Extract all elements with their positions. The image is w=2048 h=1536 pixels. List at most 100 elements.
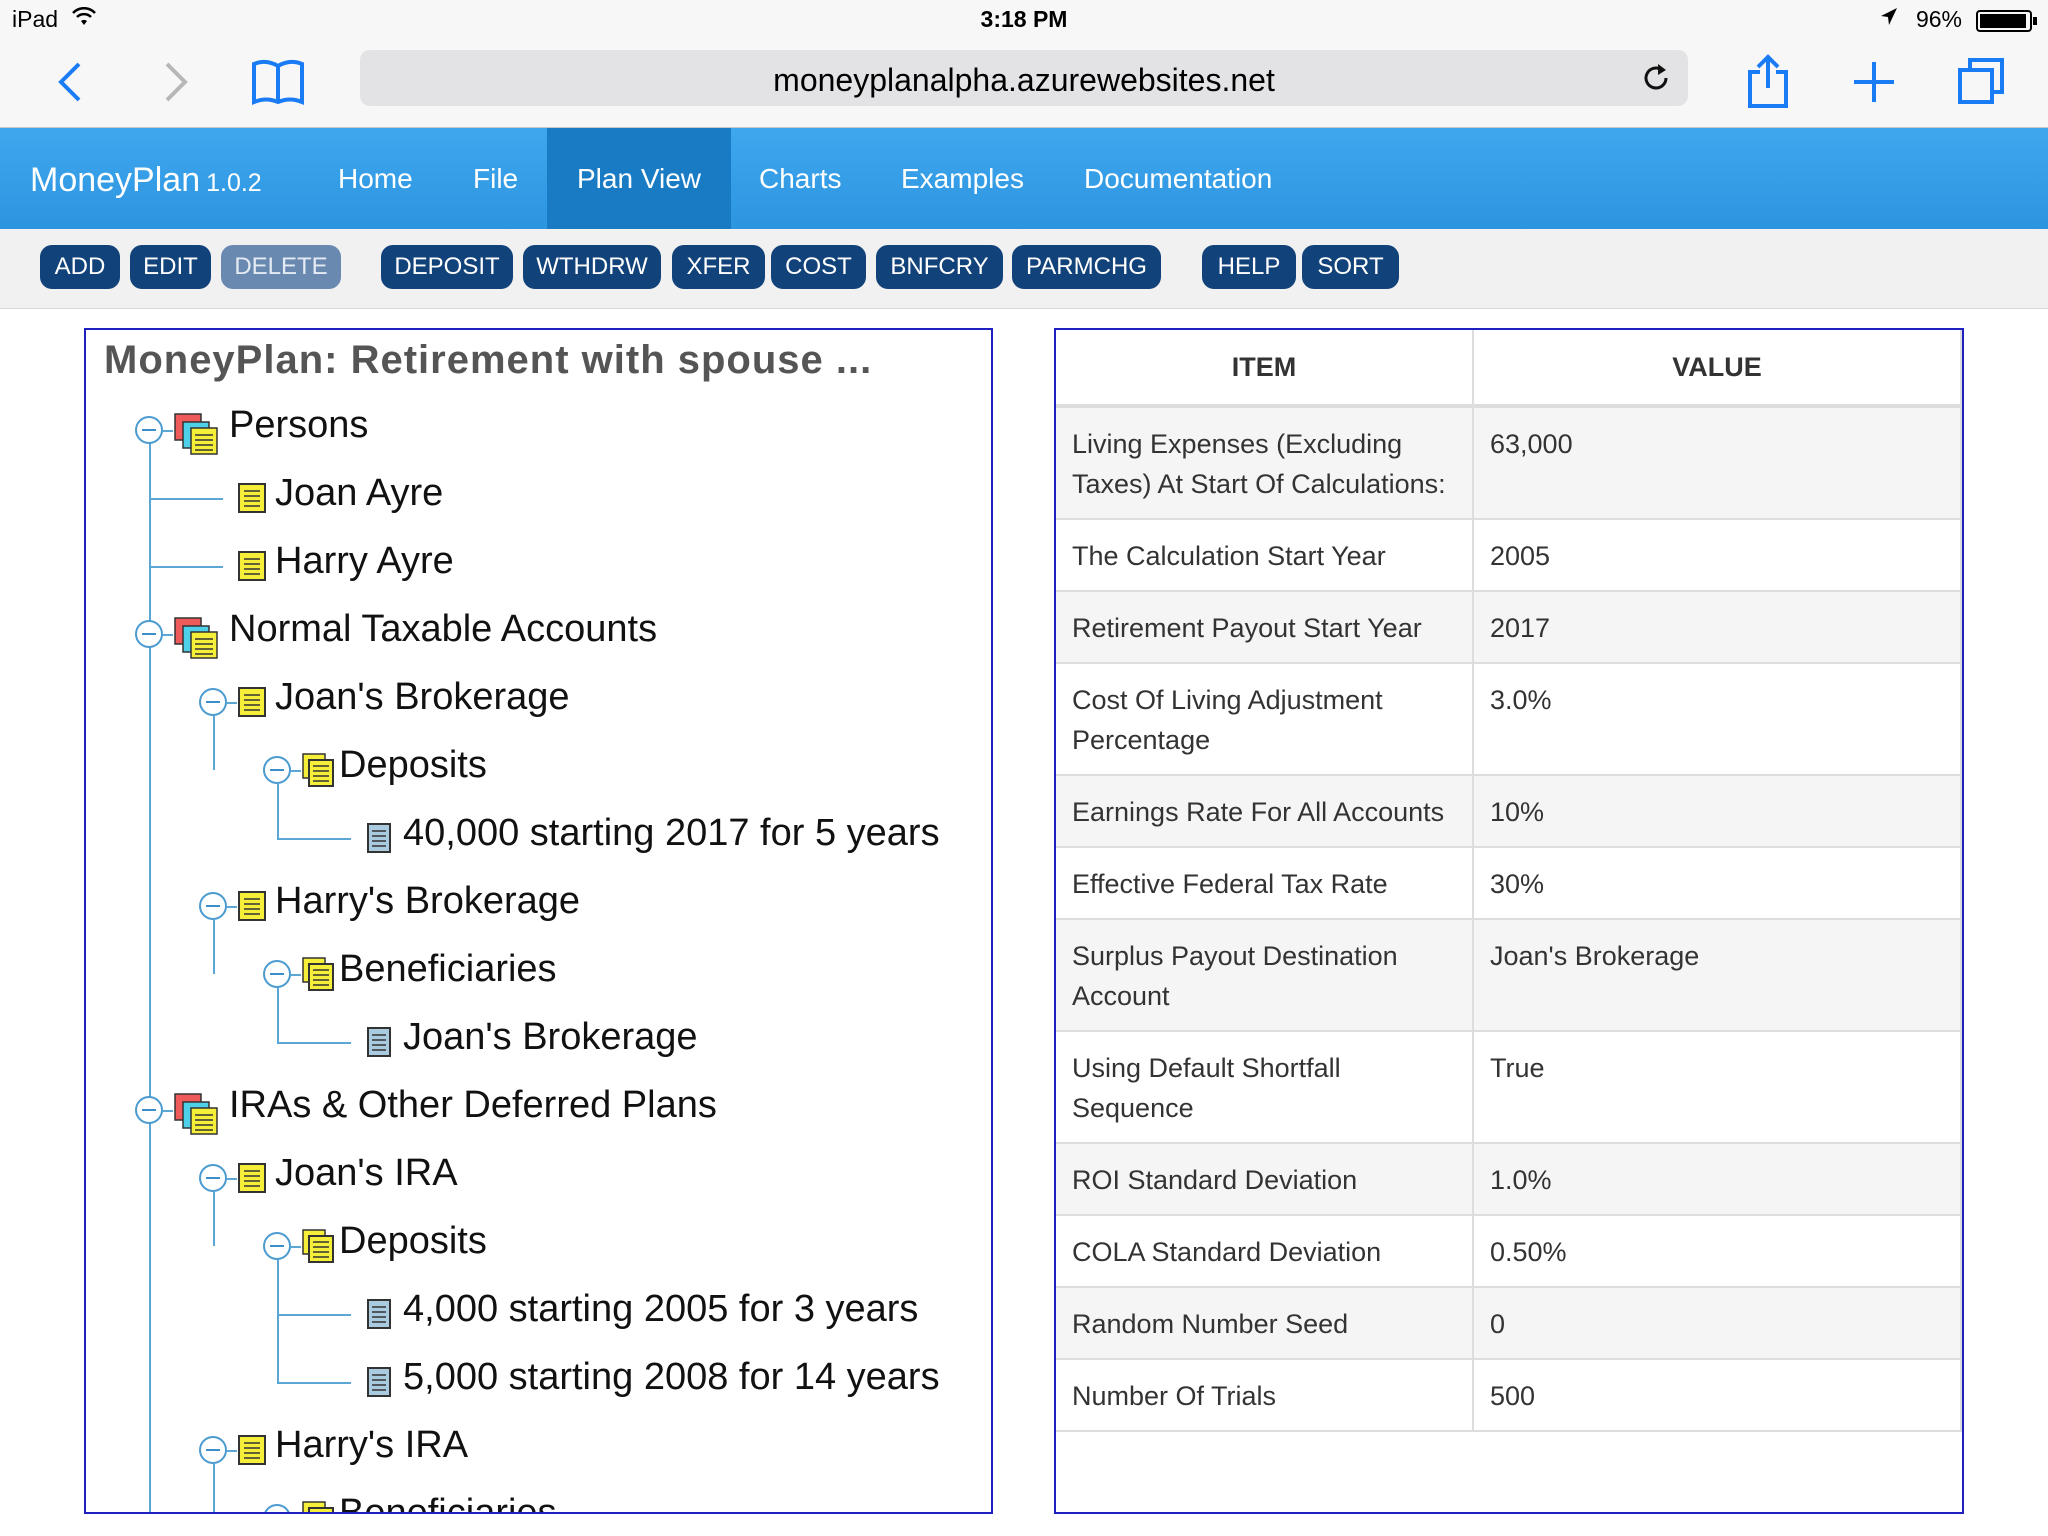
beneficiary-button[interactable]: BNFCRY	[876, 245, 1003, 289]
row-item-label: Retirement Payout Start Year	[1056, 591, 1474, 664]
tree-node-label[interactable]: Deposits	[339, 744, 487, 787]
table-row[interactable]: COLA Standard Deviation 0.50%	[1056, 1215, 1962, 1288]
table-header-value: VALUE	[1473, 330, 1962, 408]
tree-node-label[interactable]: Beneficiaries	[339, 948, 557, 991]
parameter-change-button[interactable]: PARMCHG	[1012, 245, 1161, 289]
collapse-toggle-icon[interactable]	[135, 620, 163, 648]
collapse-toggle-icon[interactable]	[135, 1096, 163, 1124]
delete-button[interactable]: DELETE	[221, 245, 341, 289]
sort-button[interactable]: SORT	[1302, 245, 1399, 289]
tree-node-label[interactable]: Beneficiaries	[339, 1492, 557, 1512]
add-button[interactable]: ADD	[40, 245, 120, 289]
nav-documentation[interactable]: Documentation	[1054, 128, 1302, 229]
collapse-toggle-icon[interactable]	[263, 1232, 291, 1260]
row-value[interactable]: 10%	[1473, 775, 1962, 848]
property-table-panel: ITEM VALUE Living Expenses (Excluding Ta…	[1054, 328, 1964, 1514]
tree-connector	[277, 838, 351, 840]
collapse-toggle-icon[interactable]	[199, 1164, 227, 1192]
nav-examples[interactable]: Examples	[871, 128, 1054, 229]
list-folder-icon	[301, 1228, 335, 1269]
row-value[interactable]: True	[1473, 1031, 1962, 1144]
table-row[interactable]: The Calculation Start Year 2005	[1056, 519, 1962, 592]
entry-doc-icon	[365, 1024, 393, 1063]
tree-node-label[interactable]: Joan's Brokerage	[403, 1016, 698, 1059]
row-item-label: Cost Of Living Adjustment Percentage	[1056, 663, 1474, 776]
row-value[interactable]: 1.0%	[1473, 1143, 1962, 1216]
collapse-toggle-icon[interactable]	[135, 416, 163, 444]
table-row[interactable]: Cost Of Living Adjustment Percentage 3.0%	[1056, 663, 1962, 776]
account-note-icon	[237, 1160, 267, 1199]
app-brand[interactable]: MoneyPlan 1.0.2	[30, 161, 262, 200]
forward-icon[interactable]	[148, 54, 204, 110]
tree-node-label[interactable]: 5,000 starting 2008 for 14 years	[403, 1356, 940, 1399]
collapse-toggle-icon[interactable]	[263, 960, 291, 988]
table-row[interactable]: Effective Federal Tax Rate 30%	[1056, 847, 1962, 920]
group-folder-icon	[173, 1092, 219, 1141]
tree-node-label[interactable]: Joan's IRA	[275, 1152, 458, 1195]
collapse-toggle-icon[interactable]	[199, 892, 227, 920]
property-table: ITEM VALUE Living Expenses (Excluding Ta…	[1056, 330, 1962, 1432]
collapse-toggle-icon[interactable]	[263, 1504, 291, 1512]
row-value[interactable]: 63,000	[1473, 406, 1962, 520]
brand-name: MoneyPlan	[30, 161, 201, 199]
address-bar[interactable]: moneyplanalpha.azurewebsites.net	[360, 50, 1688, 106]
table-row[interactable]: Random Number Seed 0	[1056, 1287, 1962, 1360]
deposit-button[interactable]: DEPOSIT	[381, 245, 513, 289]
tree-node-label[interactable]: Harry's Brokerage	[275, 880, 580, 923]
row-item-label: Number Of Trials	[1056, 1359, 1474, 1432]
row-item-label: Using Default Shortfall Sequence	[1056, 1031, 1474, 1144]
row-value[interactable]: 2005	[1473, 519, 1962, 592]
tree-node-label[interactable]: Normal Taxable Accounts	[229, 608, 657, 651]
table-row[interactable]: ROI Standard Deviation 1.0%	[1056, 1143, 1962, 1216]
collapse-toggle-icon[interactable]	[199, 1436, 227, 1464]
collapse-toggle-icon[interactable]	[263, 756, 291, 784]
table-row[interactable]: Retirement Payout Start Year 2017	[1056, 591, 1962, 664]
table-row[interactable]: Living Expenses (Excluding Taxes) At Sta…	[1056, 406, 1962, 520]
new-tab-icon[interactable]	[1846, 54, 1902, 110]
row-value[interactable]: 0.50%	[1473, 1215, 1962, 1288]
back-icon[interactable]	[42, 54, 98, 110]
edit-button[interactable]: EDIT	[130, 245, 211, 289]
row-value[interactable]: 500	[1473, 1359, 1962, 1432]
reload-icon[interactable]	[1638, 60, 1674, 96]
nav-charts[interactable]: Charts	[729, 128, 871, 229]
cost-button[interactable]: COST	[771, 245, 866, 289]
group-folder-icon	[173, 412, 219, 461]
tabs-icon[interactable]	[1954, 54, 2010, 110]
tree-node-label[interactable]: 40,000 starting 2017 for 5 years	[403, 812, 940, 855]
help-button[interactable]: HELP	[1202, 245, 1296, 289]
location-arrow-icon	[1880, 6, 1898, 33]
table-row[interactable]: Earnings Rate For All Accounts 10%	[1056, 775, 1962, 848]
row-value[interactable]: 30%	[1473, 847, 1962, 920]
transfer-button[interactable]: XFER	[672, 245, 765, 289]
nav-file[interactable]: File	[443, 128, 548, 229]
table-row[interactable]: Using Default Shortfall Sequence True	[1056, 1031, 1962, 1144]
tree-connector	[291, 1246, 301, 1248]
action-toolbar: ADD EDIT DELETE DEPOSIT WTHDRW XFER COST…	[0, 229, 2048, 309]
table-header-item: ITEM	[1056, 330, 1474, 408]
collapse-toggle-icon[interactable]	[199, 688, 227, 716]
tree-node-label[interactable]: Persons	[229, 404, 368, 447]
table-row[interactable]: Surplus Payout Destination Account Joan's…	[1056, 919, 1962, 1032]
row-value[interactable]: 3.0%	[1473, 663, 1962, 776]
row-value[interactable]: 0	[1473, 1287, 1962, 1360]
nav-plan-view[interactable]: Plan View	[547, 128, 732, 229]
tree-node-label[interactable]: IRAs & Other Deferred Plans	[229, 1084, 717, 1127]
tree-node-label[interactable]: Joan Ayre	[275, 472, 443, 515]
tree-connector	[163, 430, 173, 432]
row-value[interactable]: Joan's Brokerage	[1473, 919, 1962, 1032]
person-note-icon	[237, 480, 267, 519]
tree-connector	[213, 1192, 215, 1246]
nav-home[interactable]: Home	[308, 128, 443, 229]
bookmarks-icon[interactable]	[250, 54, 306, 110]
tree-node-label[interactable]: Harry's IRA	[275, 1424, 468, 1467]
row-value[interactable]: 2017	[1473, 591, 1962, 664]
share-icon[interactable]	[1740, 54, 1796, 110]
withdraw-button[interactable]: WTHDRW	[523, 245, 661, 289]
tree-node-label[interactable]: Deposits	[339, 1220, 487, 1263]
tree-node-label[interactable]: Harry Ayre	[275, 540, 454, 583]
entry-doc-icon	[365, 820, 393, 859]
tree-node-label[interactable]: Joan's Brokerage	[275, 676, 570, 719]
table-row[interactable]: Number Of Trials 500	[1056, 1359, 1962, 1432]
tree-node-label[interactable]: 4,000 starting 2005 for 3 years	[403, 1288, 918, 1331]
